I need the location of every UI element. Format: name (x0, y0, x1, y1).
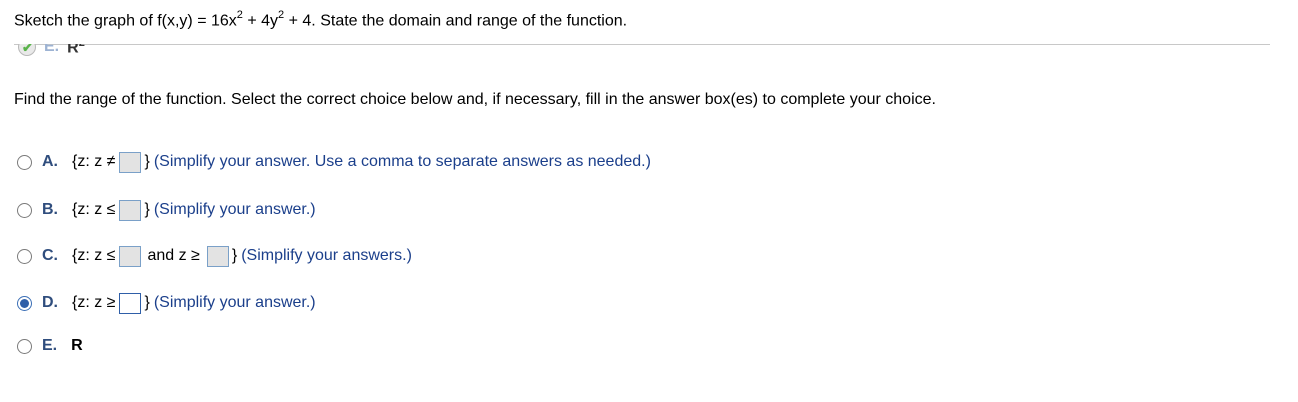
previous-answer-symbol: R (67, 44, 79, 57)
previous-answer-value: R2 (67, 44, 85, 57)
radio-button[interactable] (17, 338, 32, 354)
hint-text: (Simplify your answer.) (153, 201, 316, 218)
set-close: } (144, 294, 150, 311)
choice-letter: B. (42, 201, 58, 218)
answer-box-upper[interactable] (119, 245, 142, 267)
choice-letter: E. (42, 337, 58, 354)
answer-box[interactable] (119, 199, 142, 221)
choice-letter: D. (42, 294, 58, 311)
set-prefix: {z: z ≥ (72, 294, 116, 311)
hint-text: (Simplify your answer. Use a comma to se… (153, 153, 651, 170)
set-prefix: {z: z ≠ (72, 153, 116, 170)
answer-box-active[interactable] (119, 292, 142, 314)
choice-e[interactable]: E. R (17, 335, 83, 357)
answer-box-lower[interactable] (206, 245, 229, 267)
radio-button[interactable] (17, 248, 32, 264)
radio-button[interactable] (17, 202, 32, 218)
set-prefix: {z: z ≤ (72, 201, 116, 218)
divider (14, 44, 1270, 45)
set-prefix: {z: z ≤ (72, 247, 116, 264)
checkmark-icon: ✔ (22, 44, 33, 56)
exponent: 2 (79, 44, 85, 49)
set-close: } (231, 247, 238, 264)
choice-b[interactable]: B. {z: z ≤ } (Simplify your answer.) (17, 199, 316, 221)
radio-dot-icon (20, 298, 29, 308)
radio-button-selected[interactable] (17, 295, 32, 311)
exponent: 2 (278, 9, 285, 21)
choice-c[interactable]: C. {z: z ≤ and z ≥ } (Simplify your answ… (17, 245, 412, 267)
choice-letter: A. (42, 153, 58, 170)
set-close: } (144, 201, 150, 218)
previous-radio-checked-icon: ✔ (18, 44, 36, 57)
set-close: } (144, 153, 150, 170)
and-text: and z ≥ (147, 247, 200, 264)
hint-text: (Simplify your answer.) (153, 294, 316, 311)
choice-a[interactable]: A. {z: z ≠ } (Simplify your answer. Use … (17, 151, 651, 173)
previous-choice-letter: E. (44, 44, 60, 56)
question-suffix: + 4. State the domain and range of the f… (284, 12, 628, 30)
question-text: Sketch the graph of f(x,y) = 16x2 + 4y2 … (14, 9, 628, 30)
previous-answer-row: ✔ E. R2 (18, 44, 138, 58)
radio-button[interactable] (17, 154, 32, 170)
choice-d[interactable]: D. {z: z ≥ } (Simplify your answer.) (17, 292, 316, 314)
question-mid: + 4y (242, 12, 279, 30)
choice-answer: R (71, 337, 83, 354)
choice-letter: C. (42, 247, 58, 264)
question-prefix: Sketch the graph of f(x,y) = 16x (14, 12, 237, 30)
instruction-text: Find the range of the function. Select t… (14, 91, 936, 108)
exponent: 2 (236, 9, 243, 21)
answer-box[interactable] (119, 151, 142, 173)
hint-text: (Simplify your answers.) (241, 247, 412, 264)
